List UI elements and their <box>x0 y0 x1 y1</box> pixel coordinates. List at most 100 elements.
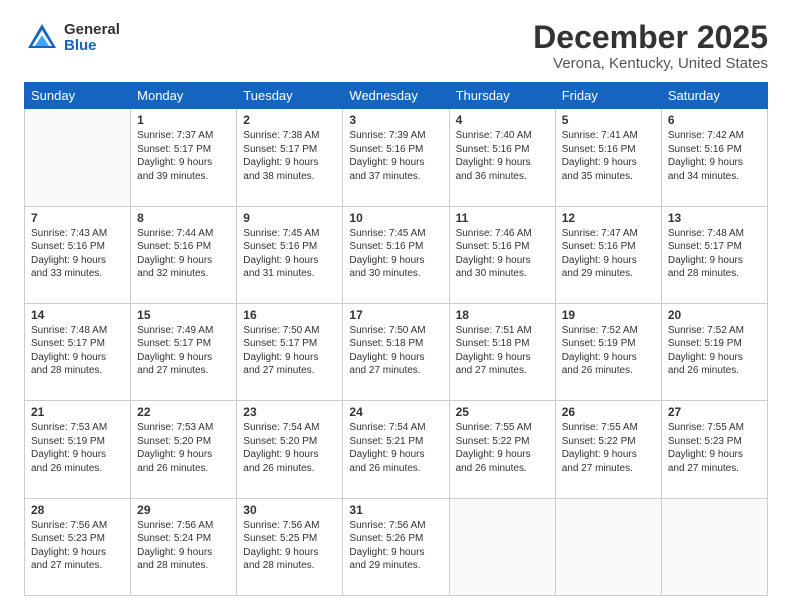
day-info: Sunrise: 7:44 AM Sunset: 5:16 PM Dayligh… <box>137 227 230 281</box>
calendar-cell: 28 Sunrise: 7:56 AM Sunset: 5:23 PM Dayli… <box>25 498 131 595</box>
day-number: 5 <box>562 113 655 127</box>
day-number: 20 <box>668 308 761 322</box>
day-number: 21 <box>31 405 124 419</box>
day-number: 31 <box>349 503 442 517</box>
header-sunday: Sunday <box>25 83 131 109</box>
calendar-cell: 9Sunrise: 7:45 AM Sunset: 5:16 PM Daylig… <box>237 206 343 303</box>
day-number: 19 <box>562 308 655 322</box>
day-info: Sunrise: 7:45 AM Sunset: 5:16 PM Dayligh… <box>243 227 336 281</box>
header-tuesday: Tuesday <box>237 83 343 109</box>
day-number: 2 <box>243 113 336 127</box>
day-info: Sunrise: 7:47 AM Sunset: 5:16 PM Dayligh… <box>562 227 655 281</box>
calendar-cell <box>449 498 555 595</box>
day-number: 15 <box>137 308 230 322</box>
day-info: Sunrise: 7:48 AM Sunset: 5:17 PM Dayligh… <box>31 324 124 378</box>
calendar-cell: 19 Sunrise: 7:52 AM Sunset: 5:19 PM Dayli… <box>555 303 661 400</box>
day-info: Sunrise: 7:42 AM Sunset: 5:16 PM Dayligh… <box>668 129 761 183</box>
subtitle: Verona, Kentucky, United States <box>533 55 768 72</box>
calendar-week-4: 21 Sunrise: 7:53 AM Sunset: 5:19 PM Dayli… <box>25 401 768 498</box>
calendar-cell: 24 Sunrise: 7:54 AM Sunset: 5:21 PM Dayli… <box>343 401 449 498</box>
header-row: Sunday Monday Tuesday Wednesday Thursday… <box>25 83 768 109</box>
header-monday: Monday <box>131 83 237 109</box>
page: General Blue December 2025 Verona, Kentu… <box>0 0 792 612</box>
calendar-cell: 8Sunrise: 7:44 AM Sunset: 5:16 PM Daylig… <box>131 206 237 303</box>
calendar-cell: 5 Sunrise: 7:41 AM Sunset: 5:16 PM Daylig… <box>555 109 661 206</box>
day-info: Sunrise: 7:54 AM Sunset: 5:20 PM Dayligh… <box>243 421 336 475</box>
calendar-cell <box>25 109 131 206</box>
calendar-cell: 25Sunrise: 7:55 AM Sunset: 5:22 PM Dayli… <box>449 401 555 498</box>
day-number: 18 <box>456 308 549 322</box>
day-info: Sunrise: 7:37 AM Sunset: 5:17 PM Dayligh… <box>137 129 230 183</box>
day-info: Sunrise: 7:40 AM Sunset: 5:16 PM Dayligh… <box>456 129 549 183</box>
day-number: 30 <box>243 503 336 517</box>
day-info: Sunrise: 7:48 AM Sunset: 5:17 PM Dayligh… <box>668 227 761 281</box>
calendar-cell: 13 Sunrise: 7:48 AM Sunset: 5:17 PM Dayli… <box>661 206 767 303</box>
logo-blue: Blue <box>64 38 120 55</box>
calendar-cell: 20 Sunrise: 7:52 AM Sunset: 5:19 PM Dayli… <box>661 303 767 400</box>
day-info: Sunrise: 7:45 AM Sunset: 5:16 PM Dayligh… <box>349 227 442 281</box>
day-info: Sunrise: 7:43 AM Sunset: 5:16 PM Dayligh… <box>31 227 124 281</box>
calendar-cell: 27 Sunrise: 7:55 AM Sunset: 5:23 PM Dayli… <box>661 401 767 498</box>
calendar-cell: 1 Sunrise: 7:37 AM Sunset: 5:17 PM Daylig… <box>131 109 237 206</box>
day-number: 13 <box>668 211 761 225</box>
day-number: 29 <box>137 503 230 517</box>
calendar-cell: 29 Sunrise: 7:56 AM Sunset: 5:24 PM Dayli… <box>131 498 237 595</box>
day-info: Sunrise: 7:54 AM Sunset: 5:21 PM Dayligh… <box>349 421 442 475</box>
day-info: Sunrise: 7:55 AM Sunset: 5:23 PM Dayligh… <box>668 421 761 475</box>
day-number: 24 <box>349 405 442 419</box>
day-number: 28 <box>31 503 124 517</box>
day-info: Sunrise: 7:41 AM Sunset: 5:16 PM Dayligh… <box>562 129 655 183</box>
day-info: Sunrise: 7:52 AM Sunset: 5:19 PM Dayligh… <box>668 324 761 378</box>
logo-icon <box>24 20 60 56</box>
logo-general: General <box>64 22 120 39</box>
calendar-cell: 7 Sunrise: 7:43 AM Sunset: 5:16 PM Daylig… <box>25 206 131 303</box>
calendar-cell: 3Sunrise: 7:39 AM Sunset: 5:16 PM Daylig… <box>343 109 449 206</box>
day-number: 14 <box>31 308 124 322</box>
calendar-week-3: 14 Sunrise: 7:48 AM Sunset: 5:17 PM Dayli… <box>25 303 768 400</box>
calendar-cell: 26 Sunrise: 7:55 AM Sunset: 5:22 PM Dayli… <box>555 401 661 498</box>
day-number: 7 <box>31 211 124 225</box>
day-number: 4 <box>456 113 549 127</box>
day-info: Sunrise: 7:55 AM Sunset: 5:22 PM Dayligh… <box>562 421 655 475</box>
day-info: Sunrise: 7:52 AM Sunset: 5:19 PM Dayligh… <box>562 324 655 378</box>
calendar-cell: 22Sunrise: 7:53 AM Sunset: 5:20 PM Dayli… <box>131 401 237 498</box>
calendar-cell: 18Sunrise: 7:51 AM Sunset: 5:18 PM Dayli… <box>449 303 555 400</box>
day-number: 17 <box>349 308 442 322</box>
day-info: Sunrise: 7:46 AM Sunset: 5:16 PM Dayligh… <box>456 227 549 281</box>
header-saturday: Saturday <box>661 83 767 109</box>
day-number: 10 <box>349 211 442 225</box>
day-number: 6 <box>668 113 761 127</box>
day-number: 16 <box>243 308 336 322</box>
day-info: Sunrise: 7:49 AM Sunset: 5:17 PM Dayligh… <box>137 324 230 378</box>
calendar-body: 1 Sunrise: 7:37 AM Sunset: 5:17 PM Daylig… <box>25 109 768 596</box>
calendar-cell: 21 Sunrise: 7:53 AM Sunset: 5:19 PM Dayli… <box>25 401 131 498</box>
main-title: December 2025 <box>533 20 768 55</box>
day-info: Sunrise: 7:55 AM Sunset: 5:22 PM Dayligh… <box>456 421 549 475</box>
calendar-cell: 10 Sunrise: 7:45 AM Sunset: 5:16 PM Dayli… <box>343 206 449 303</box>
calendar-cell <box>555 498 661 595</box>
calendar-cell <box>661 498 767 595</box>
day-number: 26 <box>562 405 655 419</box>
day-info: Sunrise: 7:56 AM Sunset: 5:25 PM Dayligh… <box>243 519 336 573</box>
calendar-cell: 15 Sunrise: 7:49 AM Sunset: 5:17 PM Dayli… <box>131 303 237 400</box>
day-info: Sunrise: 7:53 AM Sunset: 5:20 PM Dayligh… <box>137 421 230 475</box>
day-info: Sunrise: 7:50 AM Sunset: 5:18 PM Dayligh… <box>349 324 442 378</box>
day-info: Sunrise: 7:56 AM Sunset: 5:24 PM Dayligh… <box>137 519 230 573</box>
calendar-week-5: 28 Sunrise: 7:56 AM Sunset: 5:23 PM Dayli… <box>25 498 768 595</box>
calendar-week-1: 1 Sunrise: 7:37 AM Sunset: 5:17 PM Daylig… <box>25 109 768 206</box>
calendar-cell: 17 Sunrise: 7:50 AM Sunset: 5:18 PM Dayli… <box>343 303 449 400</box>
day-number: 1 <box>137 113 230 127</box>
calendar-cell: 14 Sunrise: 7:48 AM Sunset: 5:17 PM Dayli… <box>25 303 131 400</box>
day-number: 23 <box>243 405 336 419</box>
day-number: 27 <box>668 405 761 419</box>
day-info: Sunrise: 7:39 AM Sunset: 5:16 PM Dayligh… <box>349 129 442 183</box>
header: General Blue December 2025 Verona, Kentu… <box>24 20 768 72</box>
header-thursday: Thursday <box>449 83 555 109</box>
day-info: Sunrise: 7:53 AM Sunset: 5:19 PM Dayligh… <box>31 421 124 475</box>
day-number: 11 <box>456 211 549 225</box>
day-info: Sunrise: 7:56 AM Sunset: 5:23 PM Dayligh… <box>31 519 124 573</box>
calendar-cell: 6 Sunrise: 7:42 AM Sunset: 5:16 PM Daylig… <box>661 109 767 206</box>
calendar-cell: 4 Sunrise: 7:40 AM Sunset: 5:16 PM Daylig… <box>449 109 555 206</box>
title-block: December 2025 Verona, Kentucky, United S… <box>533 20 768 72</box>
calendar-cell: 16Sunrise: 7:50 AM Sunset: 5:17 PM Dayli… <box>237 303 343 400</box>
